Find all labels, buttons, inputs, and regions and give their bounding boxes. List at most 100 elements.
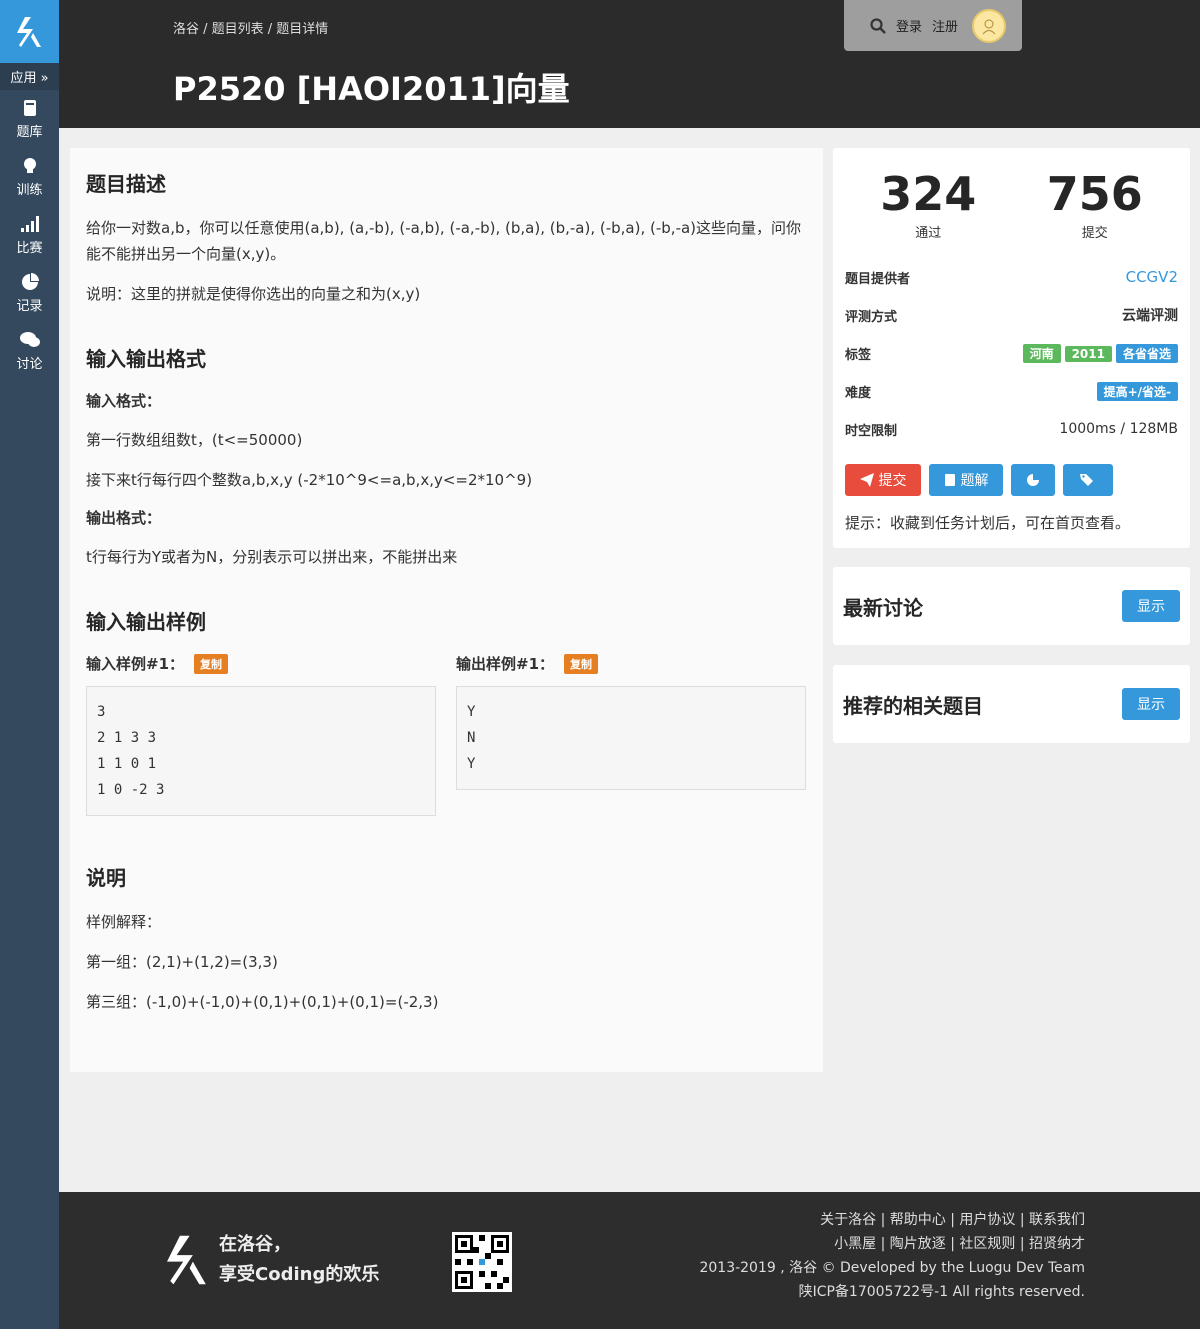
description-title: 题目描述 [86,172,166,196]
sample-input-column: 输入样例#1： 复制 3 2 1 3 3 1 1 0 1 1 0 -2 3 [86,653,436,816]
input-format-label: 输入格式： [86,392,162,410]
copyright: 2013-2019 , 洛谷 © Developed by the Luogu … [699,1260,1085,1276]
sidebar-item-problems[interactable]: 题库 [0,90,59,148]
statistics-button[interactable] [1011,464,1055,496]
lightbulb-icon [23,157,36,173]
paper-plane-icon [859,473,874,487]
slogan: 在洛谷， 享受Coding的欢乐 [219,1234,380,1285]
copy-output-button[interactable]: 复制 [564,653,599,674]
input-format-line: 接下来t行每行四个整数a,b,x,y (-2*10^9<=a,b,x,y<=2*… [86,471,533,489]
judge-value: 云端评测 [1122,308,1178,324]
user-box: 登录 注册 [844,0,1022,51]
limit-label: 时空限制 [845,423,898,439]
passed-stat: 324 通过 [880,166,976,246]
samples: 输入样例#1： 复制 3 2 1 3 3 1 1 0 1 1 0 -2 3 输出… [86,653,807,816]
footer-logo: 在洛谷， 享受Coding的欢乐 [167,1230,379,1290]
discussion-panel: 最新讨论 显示 [833,567,1190,645]
passed-label: 通过 [915,226,942,241]
tip-text: 提示：收藏到任务计划后，可在首页查看。 [845,514,1131,532]
luogu-logo-icon [167,1235,206,1285]
copy-input-button[interactable]: 复制 [194,653,229,674]
qr-code-icon [455,1235,509,1289]
tags-label: 标签 [845,347,872,363]
login-link[interactable]: 登录 [896,16,922,35]
note-title: 说明 [86,866,126,890]
pie-chart-icon [1027,474,1039,486]
sidebar-item-discuss[interactable]: 讨论 [0,322,59,380]
tags-button[interactable] [1063,464,1113,496]
tags-row: 标签 河南 2011 各省省选 [845,334,1178,372]
footer-links: 关于洛谷 | 帮助中心 | 用户协议 | 联系我们 小黑屋 | 陶片放逐 | 社… [699,1208,1085,1304]
sample-line: 1 1 0 1 [97,756,157,772]
sidebar-item-training[interactable]: 训练 [0,148,59,206]
avatar-icon [982,19,996,34]
breadcrumb[interactable]: 洛谷 / 题目列表 / 题目详情 [173,18,328,37]
signal-icon [20,215,39,232]
tag-badge[interactable]: 河南 [1022,343,1061,363]
submitted-count: 756 [1046,167,1143,221]
tags-icon [1080,474,1093,486]
apps-toggle[interactable]: 应用 » [0,63,59,90]
note-line: 样例解释： [86,913,162,931]
io-format-title: 输入输出格式 [86,347,206,371]
passed-count: 324 [880,167,977,221]
book-icon [944,474,955,486]
difficulty-row: 难度 提高+/省选- [845,372,1178,410]
solution-button[interactable]: 题解 [929,464,1003,496]
difficulty-label: 难度 [845,385,872,401]
footer-links-row[interactable]: 小黑屋 | 陶片放逐 | 社区规则 | 招贤纳才 [699,1232,1085,1256]
provider-row: 题目提供者 CCGV2 [845,258,1178,296]
action-buttons: 提交 题解 [845,464,1178,496]
avatar[interactable] [972,8,1007,43]
submit-button[interactable]: 提交 [845,464,921,496]
sample-output-column: 输出样例#1： 复制 Y N Y [456,653,806,816]
judge-label: 评测方式 [845,309,898,325]
related-title: 推荐的相关题目 [843,693,983,718]
show-related-button[interactable]: 显示 [1122,688,1180,720]
sample-line: 1 0 -2 3 [97,782,165,798]
icp-number: 陕ICP备17005722号-1 All rights reserved. [798,1284,1085,1300]
sidebar: 应用 » 题库 训练 比赛 记录 讨论 [0,0,59,1329]
submitted-stat: 756 提交 [1047,166,1143,246]
page-title: P2520 [HAOI2011]向量 [173,70,570,108]
show-discussion-button[interactable]: 显示 [1122,590,1180,622]
limit-value: 1000ms / 128MB [1059,421,1178,437]
pie-chart-icon [21,272,39,290]
related-panel: 推荐的相关题目 显示 [833,665,1190,743]
provider-link[interactable]: CCGV2 [1126,268,1178,286]
problem-info-card: 324 通过 756 提交 题目提供者 CCGV2 评测方式 云端评测 标签 河… [833,148,1190,548]
limit-row: 时空限制 1000ms / 128MB [845,410,1178,448]
judge-row: 评测方式 云端评测 [845,296,1178,334]
stats: 324 通过 756 提交 [845,148,1178,246]
provider-label: 题目提供者 [845,271,911,287]
search-icon[interactable] [870,17,886,34]
input-format-line: 第一行数组组数t，(t<=50000) [86,431,303,449]
sidebar-item-contest[interactable]: 比赛 [0,206,59,264]
sample-output-box[interactable]: Y N Y [456,686,806,790]
sample-line: N [467,730,476,746]
sidebar-item-records[interactable]: 记录 [0,264,59,322]
luogu-logo[interactable] [0,0,59,63]
sample-input-box[interactable]: 3 2 1 3 3 1 1 0 1 1 0 -2 3 [86,686,436,816]
footer-links-row[interactable]: 关于洛谷 | 帮助中心 | 用户协议 | 联系我们 [699,1208,1085,1232]
footer: 在洛谷， 享受Coding的欢乐 关于洛谷 | 帮助中心 | 用户协议 | 联系… [59,1192,1200,1329]
tag-badge[interactable]: 2011 [1064,345,1112,362]
note-line: 第一组：(2,1)+(1,2)=(3,3) [86,953,278,971]
header: 洛谷 / 题目列表 / 题目详情 P2520 [HAOI2011]向量 登录 注… [59,0,1200,128]
submitted-label: 提交 [1081,226,1108,241]
tag-badge[interactable]: 各省省选 [1115,343,1178,363]
sample-line: Y [467,756,476,772]
sample-line: 2 1 3 3 [97,730,157,746]
luogu-logo-icon [16,16,41,47]
description-note: 说明：这里的拼就是使得你选出的向量之和为(x,y) [86,285,421,303]
register-link[interactable]: 注册 [932,16,958,35]
description-text: 给你一对数a,b，你可以任意使用(a,b), (a,-b), (-a,b), (… [86,219,802,263]
note-line: 第三组：(-1,0)+(-1,0)+(0,1)+(0,1)+(0,1)=(-2,… [86,993,439,1011]
sample-line: 3 [97,704,106,720]
discussion-title: 最新讨论 [843,595,923,620]
book-icon [23,99,36,116]
tag-list: 河南 2011 各省省选 [1019,343,1178,363]
problem-card: 题目描述 给你一对数a,b，你可以任意使用(a,b), (a,-b), (-a,… [70,148,823,1072]
qr-code [452,1232,512,1292]
samples-title: 输入输出样例 [86,610,206,634]
